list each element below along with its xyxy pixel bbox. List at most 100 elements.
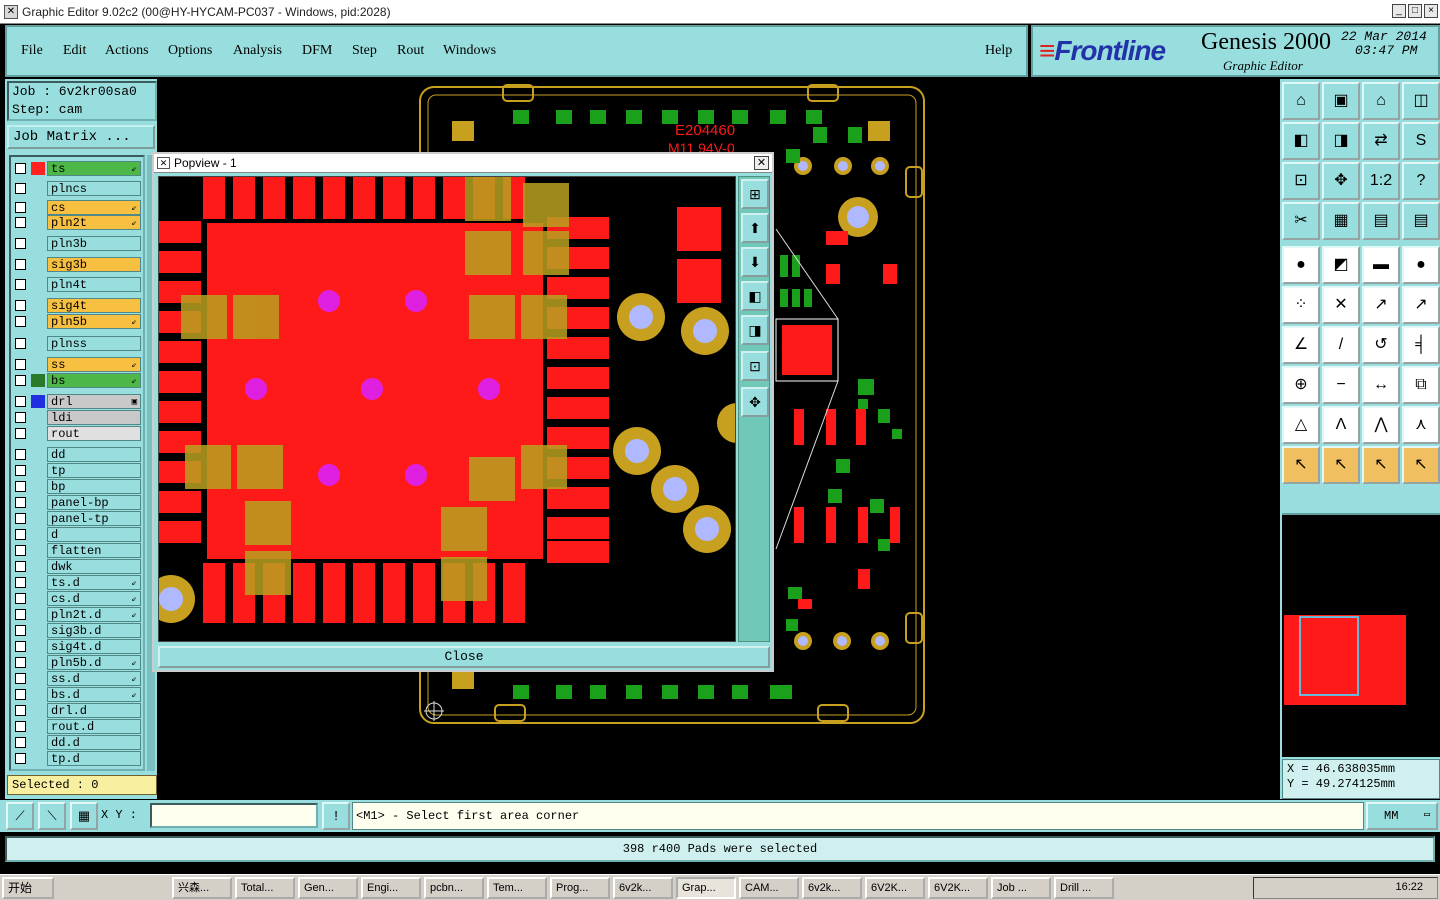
layer-name[interactable]: sig4t.d [47, 639, 141, 654]
taskbar-item[interactable]: Job ... [991, 877, 1051, 899]
layer-name[interactable]: ldi [47, 410, 141, 425]
popview-close-button[interactable]: Close [158, 646, 770, 668]
minimap[interactable] [1282, 513, 1440, 757]
layer-name[interactable]: dd.d [47, 735, 141, 750]
s-curve-icon[interactable]: S [1402, 122, 1440, 160]
layer-row-dwk[interactable]: dwk [13, 559, 141, 574]
layer-row-sig4t[interactable]: sig4t [13, 298, 141, 313]
select-arrow-icon[interactable]: ↖ [1282, 446, 1320, 484]
snap-icon[interactable]: ⟋ [6, 802, 34, 830]
scale-1-2-icon[interactable]: 1:2 [1362, 162, 1400, 200]
peak-left-icon[interactable]: ⋏ [1402, 406, 1440, 444]
layer-checkbox[interactable] [15, 449, 26, 460]
layer-name[interactable]: drl ▣ [47, 394, 141, 409]
layer-name[interactable]: dd [47, 447, 141, 462]
slash-icon[interactable]: / [1322, 326, 1360, 364]
left-arrow-icon[interactable]: ◧ [1282, 122, 1320, 160]
layer-name[interactable]: sig3b [47, 257, 141, 272]
layer-name[interactable]: pln5b ⇙ [47, 314, 141, 329]
center-view-icon[interactable]: ✥ [1322, 162, 1360, 200]
layer-name[interactable]: rout.d [47, 719, 141, 734]
peak-up-icon[interactable]: ⋀ [1362, 406, 1400, 444]
layer-row-pln2t.d[interactable]: pln2t.d ⇙ [13, 607, 141, 622]
layer-row-plncs[interactable]: plncs [13, 181, 141, 196]
layer-checkbox[interactable] [15, 641, 26, 652]
layer-row-drl[interactable]: drl ▣ [13, 394, 141, 409]
layer-name[interactable]: ts.d ⇙ [47, 575, 141, 590]
menu-analysis[interactable]: Analysis [233, 43, 282, 59]
layer-checkbox[interactable] [15, 183, 26, 194]
arrow-link-icon[interactable]: ↗ [1362, 286, 1400, 324]
layer-name[interactable]: pln2t ⇙ [47, 215, 141, 230]
layer-checkbox[interactable] [15, 163, 26, 174]
menu-rout[interactable]: Rout [397, 43, 424, 59]
layer-name[interactable]: rout [47, 426, 141, 441]
building-icon[interactable]: ⌂ [1362, 82, 1400, 120]
layer-checkbox[interactable] [15, 561, 26, 572]
layer-checkbox[interactable] [15, 202, 26, 213]
layer-row-plnss[interactable]: plnss [13, 336, 141, 351]
layer-row-ts.d[interactable]: ts.d ⇙ [13, 575, 141, 590]
taskbar-item[interactable]: Grap... [676, 877, 736, 899]
select-path-icon[interactable]: ↖ [1402, 446, 1440, 484]
layer-name[interactable]: plnss [47, 336, 141, 351]
maximize-button[interactable]: □ [1408, 4, 1422, 18]
layer-checkbox[interactable] [15, 689, 26, 700]
layer-name[interactable]: sig3b.d [47, 623, 141, 638]
layer-checkbox[interactable] [15, 259, 26, 270]
layer-checkbox[interactable] [15, 737, 26, 748]
taskbar-item[interactable]: 6V2K... [928, 877, 988, 899]
layer-name[interactable]: ss ⇙ [47, 357, 141, 372]
layer-row-panel-bp[interactable]: panel-bp [13, 495, 141, 510]
layer-checkbox[interactable] [15, 375, 26, 386]
layer-checkbox[interactable] [15, 481, 26, 492]
layer-name[interactable]: cs ⇙ [47, 200, 141, 215]
layer-name[interactable]: bs.d ⇙ [47, 687, 141, 702]
pointer-link-icon[interactable]: ↗ [1402, 286, 1440, 324]
taskbar-item[interactable]: Total... [235, 877, 295, 899]
select-box-icon[interactable]: ↖ [1322, 446, 1360, 484]
popview-close-icon[interactable]: ✕ [754, 156, 769, 170]
add-pad-icon[interactable]: ⊕ [1282, 366, 1320, 404]
fit-screen-icon[interactable]: ⊡ [741, 351, 769, 381]
layer-row-cs.d[interactable]: cs.d ⇙ [13, 591, 141, 606]
menu-options[interactable]: Options [168, 43, 212, 59]
menu-file[interactable]: File [21, 43, 43, 59]
rotate-icon[interactable]: ↺ [1362, 326, 1400, 364]
layer-checkbox[interactable] [15, 609, 26, 620]
start-button[interactable]: 开始 [2, 877, 54, 899]
taskbar-item[interactable]: 6V2K... [865, 877, 925, 899]
home-icon[interactable]: ⌂ [1282, 82, 1320, 120]
popview-title-bar[interactable]: ✕ Popview - 1 ✕ [154, 154, 772, 173]
xy-input[interactable] [150, 803, 318, 828]
layer-checkbox[interactable] [15, 625, 26, 636]
select-layers-2-icon[interactable]: ▤ [1402, 202, 1440, 240]
layer-row-sig3b.d[interactable]: sig3b.d [13, 623, 141, 638]
layer-row-sig3b[interactable]: sig3b [13, 257, 141, 272]
peak-icon[interactable]: Λ [1322, 406, 1360, 444]
zoom-out-icon[interactable]: ⬇ [741, 247, 769, 277]
layer-name[interactable]: tp [47, 463, 141, 478]
select-layers-icon[interactable]: ▤ [1362, 202, 1400, 240]
layer-name[interactable]: flatten [47, 543, 141, 558]
layer-name[interactable]: plncs [47, 181, 141, 196]
pad-icon[interactable]: ● [1282, 246, 1320, 284]
layer-row-ss.d[interactable]: ss.d ⇙ [13, 671, 141, 686]
layer-row-panel-tp[interactable]: panel-tp [13, 511, 141, 526]
menu-actions[interactable]: Actions [105, 43, 149, 59]
layer-checkbox[interactable] [15, 529, 26, 540]
taskbar-item[interactable]: pcbn... [424, 877, 484, 899]
layer-row-pln3b[interactable]: pln3b [13, 236, 141, 251]
layer-name[interactable]: dwk [47, 559, 141, 574]
layer-name[interactable]: sig4t [47, 298, 141, 313]
layer-row-flatten[interactable]: flatten [13, 543, 141, 558]
layer-row-dd.d[interactable]: dd.d [13, 735, 141, 750]
layer-row-drl.d[interactable]: drl.d [13, 703, 141, 718]
layer-checkbox[interactable] [15, 577, 26, 588]
layer-checkbox[interactable] [15, 316, 26, 327]
layer-row-pln2t[interactable]: pln2t ⇙ [13, 215, 141, 230]
layer-name[interactable]: panel-bp [47, 495, 141, 510]
layer-row-ss[interactable]: ss ⇙ [13, 357, 141, 372]
layer-name[interactable]: pln3b [47, 236, 141, 251]
menu-step[interactable]: Step [352, 43, 377, 59]
